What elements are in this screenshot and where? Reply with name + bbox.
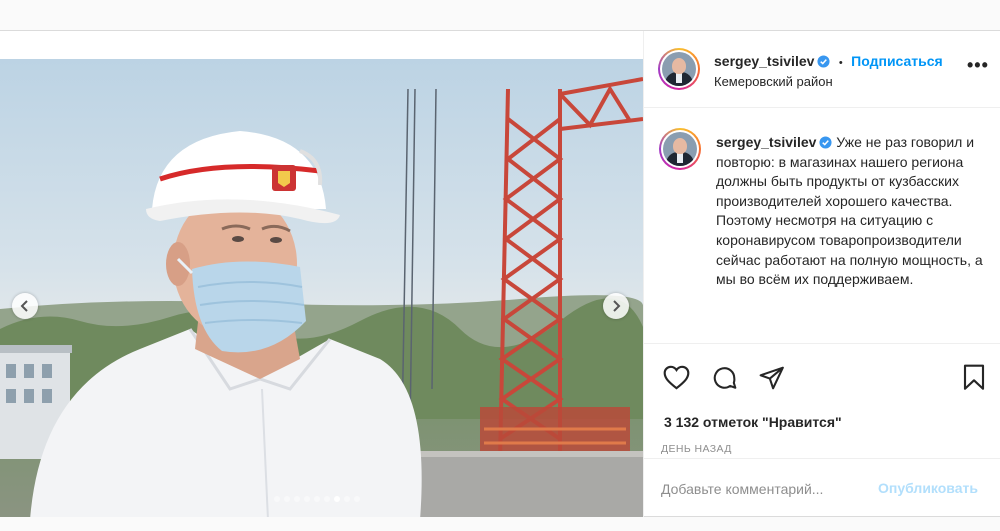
post-photo[interactable]	[0, 59, 643, 520]
author-username[interactable]: sergey_tsivilev	[714, 53, 814, 69]
comment-input[interactable]	[661, 479, 871, 499]
more-options-icon[interactable]: •••	[967, 55, 989, 76]
carousel-dot	[334, 496, 340, 502]
carousel-dot	[304, 496, 310, 502]
top-bar	[0, 0, 1000, 31]
carousel-next-button[interactable]	[603, 293, 629, 319]
verified-badge-icon	[819, 136, 832, 149]
carousel-dots	[274, 496, 360, 502]
follow-button[interactable]: Подписаться	[851, 53, 943, 69]
caption-text-block: sergey_tsivilev Уже не раз говорил и пов…	[716, 133, 984, 290]
carousel-dot	[284, 496, 290, 502]
post-location[interactable]: Кемеровский район	[714, 74, 833, 89]
post-modal: sergey_tsivilev • Подписаться Кемеровски…	[0, 31, 1000, 520]
paper-plane-icon[interactable]	[759, 366, 785, 390]
bookmark-icon[interactable]	[962, 364, 986, 391]
carousel-dot	[324, 496, 330, 502]
carousel-dot	[354, 496, 360, 502]
caption-username[interactable]: sergey_tsivilev	[716, 134, 816, 150]
header-separator: •	[838, 57, 843, 69]
carousel-dot	[314, 496, 320, 502]
caption-avatar[interactable]	[659, 128, 701, 170]
carousel-dot	[274, 496, 280, 502]
post-side-panel: sergey_tsivilev • Подписаться Кемеровски…	[643, 31, 1000, 517]
post-header: sergey_tsivilev • Подписаться Кемеровски…	[644, 31, 1000, 108]
carousel-dot	[344, 496, 350, 502]
bottom-strip	[0, 517, 1000, 531]
publish-comment-button[interactable]: Опубликовать	[878, 480, 978, 496]
carousel-dot	[294, 496, 300, 502]
photo-illustration	[0, 77, 643, 520]
heart-icon[interactable]	[663, 365, 690, 390]
post-timestamp[interactable]: ДЕНЬ НАЗАД	[661, 443, 732, 455]
author-avatar[interactable]	[658, 48, 700, 90]
chevron-left-icon	[20, 300, 28, 312]
verified-badge-icon	[817, 55, 830, 68]
header-title-row: sergey_tsivilev • Подписаться	[714, 53, 943, 71]
post-actions: 3 132 отметок "Нравится" ДЕНЬ НАЗАД	[644, 343, 1000, 475]
caption-body: Уже не раз говорил и повторю: в магазина…	[716, 134, 983, 288]
like-count[interactable]: 3 132 отметок "Нравится"	[664, 414, 842, 430]
add-comment-bar: Опубликовать	[644, 458, 1000, 517]
chevron-right-icon	[613, 300, 621, 312]
carousel-prev-button[interactable]	[12, 293, 38, 319]
comment-bubble-icon[interactable]	[711, 365, 738, 391]
